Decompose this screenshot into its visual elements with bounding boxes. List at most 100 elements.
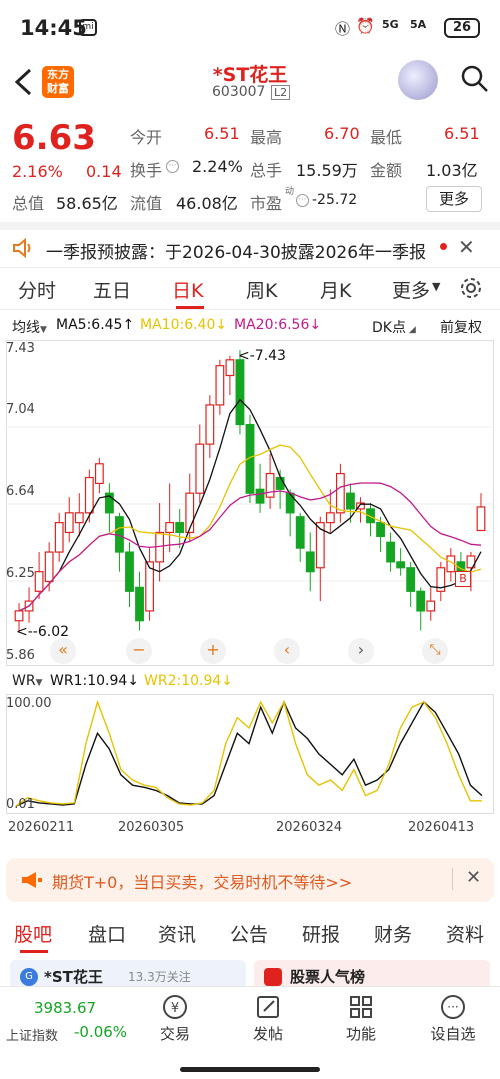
candle-body: [396, 561, 406, 569]
candle-body: [426, 600, 436, 612]
assistant-avatar-icon[interactable]: [398, 60, 438, 100]
scroll-left-button[interactable]: ‹: [274, 638, 300, 664]
banner-divider: [452, 868, 453, 890]
post-edit-icon: [257, 996, 279, 1018]
wr1-label: WR1:10.94↓: [50, 673, 140, 689]
candle-body: [64, 512, 74, 534]
pe-info-icon[interactable]: ···: [296, 194, 309, 207]
tab-research[interactable]: 研报: [302, 920, 340, 947]
tab-guba[interactable]: 股吧: [14, 920, 52, 947]
candle-body: [476, 506, 486, 532]
nav-trade-label: 交易: [159, 1025, 190, 1043]
adjust-mode[interactable]: 前复权: [440, 317, 482, 337]
ma5-label: MA5:6.45↑: [56, 317, 135, 333]
float-value: 46.08亿: [176, 194, 238, 213]
nav-trade[interactable]: ¥ 交易: [135, 993, 215, 1044]
amount-value: 1.03亿: [426, 161, 478, 180]
popularity-card-title: 股票人气榜: [290, 968, 366, 986]
close-icon[interactable]: ✕: [458, 235, 475, 259]
notice-bar[interactable]: 一季报预披露：于2026-04-30披露2026年一季报 ✕: [0, 222, 500, 268]
pe-value: -25.72: [312, 192, 358, 208]
candle-body: [416, 590, 426, 612]
ma-selector[interactable]: 均线▼: [12, 317, 47, 337]
megaphone-icon: [22, 872, 42, 888]
open-value: 6.51: [204, 124, 240, 143]
tab-five-day[interactable]: 五日: [93, 276, 131, 303]
search-icon[interactable]: [460, 64, 490, 94]
y-tick-4: 6.25: [6, 566, 35, 581]
tab-finance[interactable]: 财务: [374, 920, 412, 947]
change-pct: 2.16%: [12, 162, 63, 181]
active-tab-indicator: [176, 306, 204, 309]
candle-body: [255, 488, 265, 504]
notice-text: 一季报预披露：于2026-04-30披露2026年一季报: [46, 243, 427, 263]
candle-body: [305, 551, 315, 573]
candle-body: [406, 567, 416, 592]
tab-profile[interactable]: 资料: [446, 920, 484, 947]
candle-body: [14, 610, 24, 622]
tab-daily-k[interactable]: 日K: [172, 276, 203, 303]
candle-body: [275, 476, 285, 490]
nav-post[interactable]: 发帖: [228, 993, 308, 1044]
candle-body: [335, 472, 345, 514]
banner-close-icon[interactable]: ✕: [466, 867, 481, 888]
content-tabs: 股吧 盘口 资讯 公告 研报 财务 资料: [0, 912, 500, 953]
low-label: 最低: [370, 128, 403, 147]
tab-pankou[interactable]: 盘口: [88, 920, 126, 947]
stock-code: 603007: [212, 84, 266, 100]
tab-weekly-k[interactable]: 周K: [246, 276, 277, 303]
popularity-card-icon: [264, 968, 282, 986]
wr-y-tick-bottom: 0.01: [6, 797, 35, 812]
candle-body: [54, 522, 64, 553]
zoom-in-button[interactable]: +: [200, 638, 226, 664]
date-axis: 20260211 20260305 20260324 20260413: [0, 820, 500, 840]
y-tick-5: 5.86: [6, 648, 35, 663]
status-bar: 14:45 mi Ⓝ ⏰ 5G 5A 26: [0, 0, 500, 56]
settings-gear-icon[interactable]: [459, 276, 483, 300]
turnover-value: 2.24%: [192, 157, 243, 176]
guba-card-title: *ST花王: [44, 968, 103, 986]
index-change: -0.06%: [74, 1023, 128, 1041]
add-watchlist-icon: ···: [441, 995, 465, 1019]
kline-indicator-bar: 均线▼ MA5:6.45↑ MA10:6.40↓ MA20:6.56↓ DK点 …: [0, 312, 500, 340]
open-label: 今开: [130, 128, 163, 147]
mktcap-value: 58.65亿: [56, 194, 118, 213]
candle-body: [265, 472, 275, 498]
volume-label: 总手: [250, 161, 283, 180]
candle-body: [205, 404, 215, 445]
buy-b-marker[interactable]: B: [455, 571, 471, 587]
more-button[interactable]: 更多: [426, 186, 482, 212]
fullscreen-button[interactable]: ⤡: [422, 638, 448, 664]
candle-body: [195, 443, 205, 494]
candle-body: [376, 522, 385, 537]
promo-banner[interactable]: 期货T+0，当日买卖，交易时机不等待>> ✕: [6, 858, 494, 902]
alarm-icon: ⏰: [356, 17, 375, 35]
kline-chart-svg: [6, 340, 494, 666]
nav-add-watchlist-label: 设自选: [430, 1025, 476, 1043]
volume-value: 15.59万: [296, 161, 358, 180]
tab-announcements[interactable]: 公告: [230, 920, 268, 947]
tab-news[interactable]: 资讯: [158, 920, 196, 947]
guba-card-followers: 13.3万关注: [128, 970, 191, 984]
scroll-right-button[interactable]: ›: [348, 638, 374, 664]
wr-chart[interactable]: 100.00 0.01: [6, 694, 494, 814]
tab-intraday[interactable]: 分时: [18, 276, 56, 303]
tab-monthly-k[interactable]: 月K: [320, 276, 351, 303]
candle-body: [295, 516, 305, 549]
turnover-info-icon[interactable]: ···: [166, 160, 179, 173]
unread-dot: [440, 243, 447, 250]
nav-functions[interactable]: 功能: [321, 993, 401, 1044]
wr-selector[interactable]: WR▼: [12, 673, 43, 689]
candle-body: [135, 586, 144, 622]
fast-backward-button[interactable]: «: [50, 638, 76, 664]
peek-cards: G *ST花王 13.3万关注 股票人气榜: [0, 956, 500, 990]
high-value: 6.70: [324, 124, 360, 143]
zoom-out-button[interactable]: −: [126, 638, 152, 664]
tab-more[interactable]: 更多: [392, 276, 430, 303]
y-tick-2: 7.04: [6, 402, 35, 417]
kline-chart[interactable]: 7.43 7.04 6.64 6.25 5.86 <-7.43 <--6.02 …: [6, 340, 494, 666]
nav-post-label: 发帖: [252, 1025, 283, 1043]
svg-text:···: ···: [447, 1000, 458, 1014]
nav-add-watchlist[interactable]: ··· 设自选: [413, 993, 493, 1044]
dk-point-toggle[interactable]: DK点 ◢: [372, 317, 416, 337]
